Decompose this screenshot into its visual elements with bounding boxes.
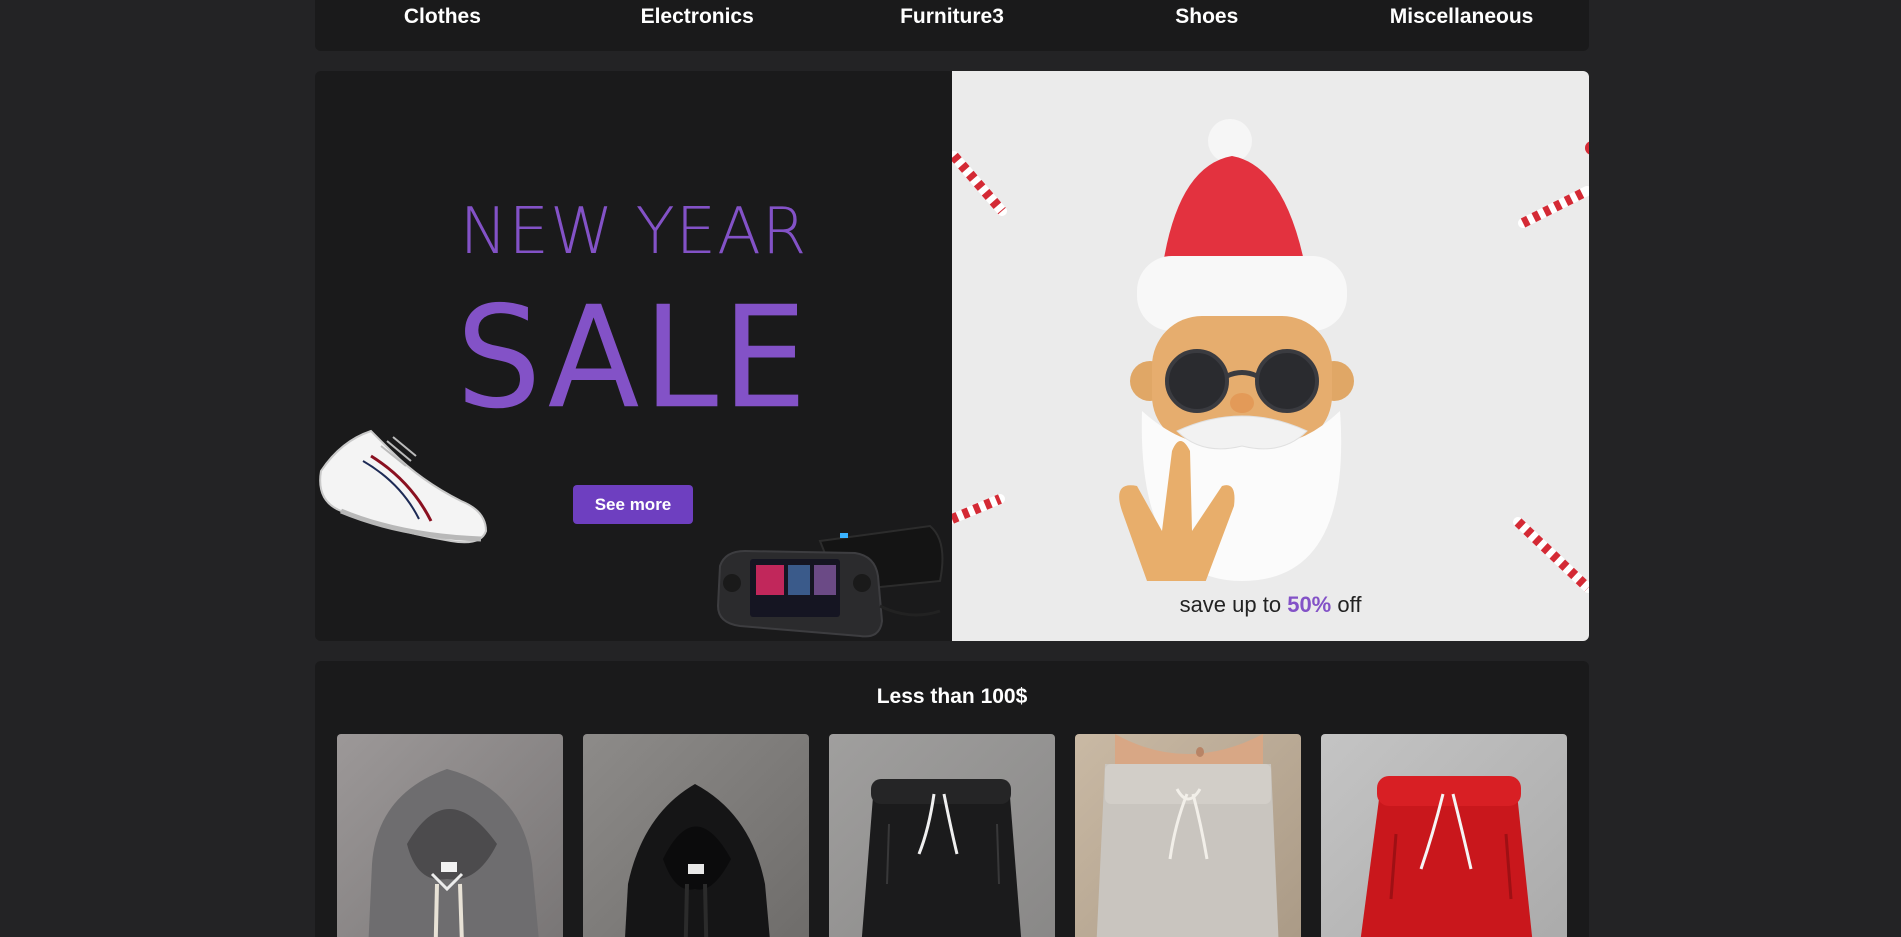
headline-sale: SALE xyxy=(456,276,811,440)
candy-cane-icon xyxy=(1585,141,1589,155)
product-card[interactable] xyxy=(583,734,809,937)
sale-banner: NEW YEAR SALE See more save up to 50% of… xyxy=(315,71,1589,641)
headline-new-year: NEW YEAR xyxy=(459,195,808,269)
category-nav: Clothes Electronics Furniture3 Shoes Mis… xyxy=(315,0,1589,51)
promo-prefix: save up to xyxy=(1179,592,1288,617)
products-section: Less than 100$ xyxy=(315,661,1589,937)
banner-right-panel: save up to 50% off xyxy=(952,71,1589,641)
black-shorts-image xyxy=(861,779,1022,937)
santa-image xyxy=(1119,119,1354,581)
console-image xyxy=(716,524,944,638)
candy-cane-icon xyxy=(1513,517,1589,593)
black-hoodie-image xyxy=(625,784,770,937)
category-clothes[interactable]: Clothes xyxy=(317,5,567,29)
grey-hoodie-image xyxy=(368,769,539,937)
candy-cane-icon xyxy=(952,151,1007,216)
product-card[interactable] xyxy=(1075,734,1301,937)
promo-text: save up to 50% off xyxy=(952,592,1589,618)
promo-suffix: off xyxy=(1331,592,1362,617)
product-card[interactable] xyxy=(829,734,1055,937)
category-furniture[interactable]: Furniture3 xyxy=(827,5,1077,29)
see-more-button[interactable]: See more xyxy=(573,485,693,524)
category-electronics[interactable]: Electronics xyxy=(572,5,822,29)
section-title: Less than 100$ xyxy=(876,685,1028,708)
sneaker-image xyxy=(319,429,488,544)
promo-percent: 50% xyxy=(1287,592,1332,617)
candy-cane-icon xyxy=(952,494,1005,524)
category-shoes[interactable]: Shoes xyxy=(1082,5,1332,29)
product-card[interactable] xyxy=(1321,734,1567,937)
banner-left-panel: NEW YEAR SALE See more xyxy=(315,71,952,641)
product-card[interactable] xyxy=(337,734,563,937)
page: Clothes Electronics Furniture3 Shoes Mis… xyxy=(0,0,1901,937)
red-shorts-image xyxy=(1360,776,1533,937)
beige-sweatpants-image xyxy=(1096,734,1279,937)
candy-cane-icon xyxy=(1518,186,1589,228)
category-miscellaneous[interactable]: Miscellaneous xyxy=(1337,5,1587,29)
